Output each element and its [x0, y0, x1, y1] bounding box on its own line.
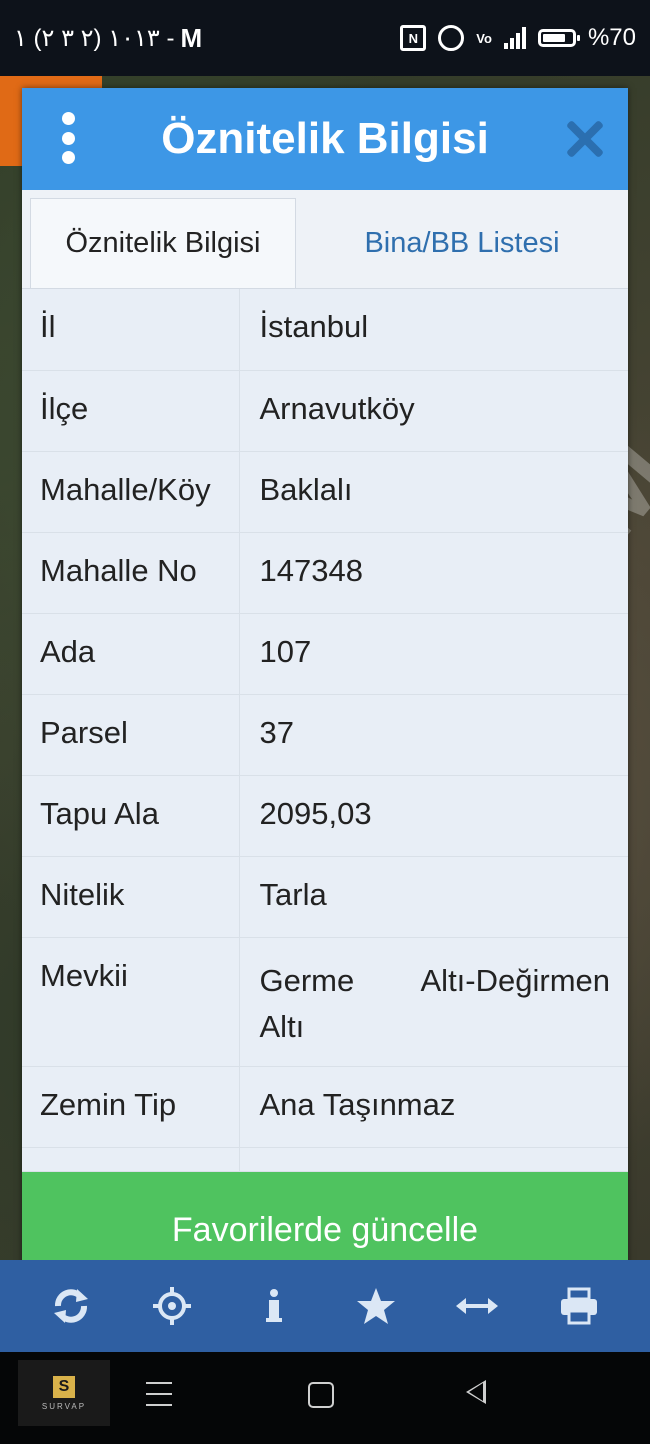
battery-percent: %70	[587, 24, 636, 51]
print-icon[interactable]	[554, 1281, 604, 1331]
dialog-tabs: Öznitelik Bilgisi Bina/BB Listesi	[22, 190, 628, 289]
tab-building-list[interactable]: Bina/BB Listesi	[296, 190, 628, 288]
table-row: Mahalle No 147348	[22, 532, 628, 614]
refresh-icon[interactable]	[46, 1281, 96, 1331]
row-key: Tapu Ala	[22, 775, 240, 857]
row-key: Parsel	[22, 694, 240, 776]
row-value: İstanbul	[239, 289, 628, 371]
more-menu-icon[interactable]	[58, 112, 78, 164]
attribute-dialog: Öznitelik Bilgisi Öznitelik Bilgisi Bina…	[22, 88, 628, 1288]
row-value: 37	[239, 694, 628, 776]
alarm-icon	[438, 25, 465, 51]
dialog-header: Öznitelik Bilgisi	[22, 88, 628, 190]
table-row: Zemin Tip Ana Taşınmaz	[22, 1066, 628, 1148]
table-row: Nitelik Tarla	[22, 856, 628, 938]
row-key: Mahalle/Köy	[22, 451, 240, 533]
table-row: Mevkii Germe Altı-Değirmen Altı	[22, 937, 628, 1067]
row-value: Ana Taşınmaz	[239, 1066, 628, 1148]
dialog-title: Öznitelik Bilgisi	[161, 114, 489, 163]
status-bar: ۱ (۲ ۳ ۲) ۱۰۱۳ - M N Vo %70	[0, 0, 650, 76]
mevkii-part: Altı-Değirmen	[420, 962, 611, 998]
row-value: Tarla	[239, 856, 628, 938]
info-icon[interactable]	[249, 1281, 299, 1331]
logo-mark-icon: S	[53, 1375, 75, 1398]
attribute-table: İl İstanbul İlçe Arnavutköy Mahalle/Köy …	[22, 289, 628, 1172]
table-row: İl İstanbul	[22, 289, 628, 371]
tab-attribute-info[interactable]: Öznitelik Bilgisi	[30, 198, 296, 288]
row-value	[239, 1147, 628, 1172]
row-key: İlçe	[22, 370, 240, 452]
row-value: Baklalı	[239, 451, 628, 533]
row-value: 147348	[239, 532, 628, 614]
row-key: Mahalle No	[22, 532, 240, 614]
status-left: ۱ (۲ ۳ ۲) ۱۰۱۳ - M	[14, 23, 203, 54]
row-key: Zemin Tip	[22, 1066, 240, 1148]
row-key: İl	[22, 289, 240, 371]
table-row: İlçe Arnavutköy	[22, 370, 628, 452]
row-key: Mevkii	[22, 937, 240, 1067]
row-key: Ada	[22, 613, 240, 695]
table-row	[22, 1147, 628, 1172]
home-icon[interactable]	[308, 1382, 334, 1408]
volte-icon: Vo	[476, 30, 492, 46]
nfc-icon: N	[400, 25, 427, 51]
map-toolbar	[0, 1260, 650, 1352]
mevkii-value: Germe Altı-Değirmen Altı	[260, 958, 611, 1051]
star-icon[interactable]	[351, 1281, 401, 1331]
close-icon[interactable]	[566, 120, 604, 158]
table-row: Parsel 37	[22, 694, 628, 776]
status-right: N Vo %70	[400, 24, 636, 52]
table-row: Tapu Ala 2095,03	[22, 775, 628, 857]
table-row: Mahalle/Köy Baklalı	[22, 451, 628, 533]
row-key: Nitelik	[22, 856, 240, 938]
row-value: 107	[239, 613, 628, 695]
row-value: Arnavutköy	[239, 370, 628, 452]
status-time: ۱ (۲ ۳ ۲) ۱۰۱۳ -	[14, 24, 175, 52]
battery-icon	[537, 29, 580, 47]
m-notification-icon: M	[180, 22, 204, 53]
row-value: 2095,03	[239, 775, 628, 857]
signal-icon	[503, 27, 526, 49]
mevkii-part: Altı	[259, 1009, 305, 1044]
mevkii-part: Germe	[259, 962, 355, 998]
row-key	[22, 1147, 240, 1172]
measure-icon[interactable]	[452, 1281, 502, 1331]
recent-apps-icon[interactable]	[146, 1382, 172, 1406]
locate-icon[interactable]	[147, 1281, 197, 1331]
system-navbar: S SURVAP	[0, 1352, 650, 1444]
survap-logo: S SURVAP	[18, 1360, 110, 1426]
logo-text: SURVAP	[41, 1401, 87, 1411]
row-value: Germe Altı-Değirmen Altı	[239, 937, 628, 1067]
back-icon[interactable]	[466, 1380, 486, 1404]
table-row: Ada 107	[22, 613, 628, 695]
